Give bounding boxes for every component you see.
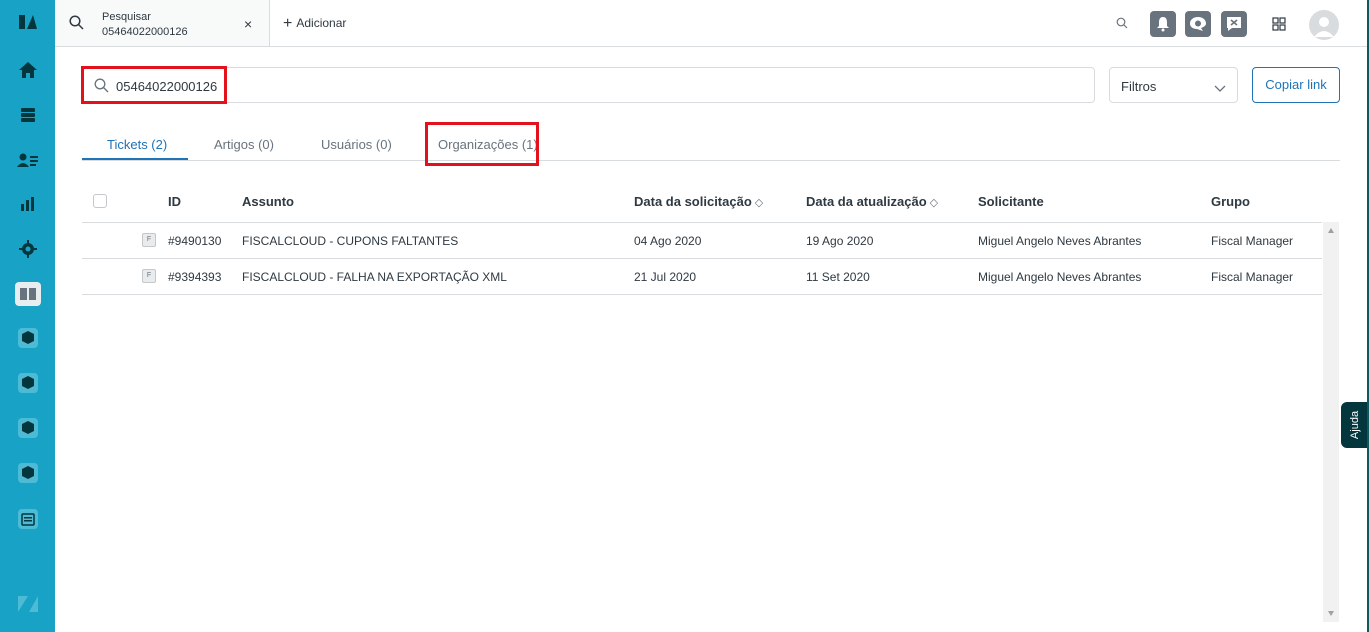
tab-tickets[interactable]: Tickets (2): [107, 137, 167, 152]
help-button[interactable]: Ajuda: [1341, 402, 1369, 448]
tab-users[interactable]: Usuários (0): [321, 137, 392, 152]
ticket-type-badge: F: [142, 269, 156, 283]
tab-articles[interactable]: Artigos (0): [214, 137, 274, 152]
app-cube-icon[interactable]: [0, 363, 55, 403]
copy-link-button[interactable]: Copiar link: [1252, 67, 1340, 103]
notifications-bell-icon[interactable]: [1150, 11, 1176, 37]
search-input[interactable]: 05464022000126: [82, 67, 1095, 103]
help-label: Ajuda: [1349, 410, 1361, 440]
active-tab-indicator: [82, 158, 188, 160]
talk-icon[interactable]: [1221, 11, 1247, 37]
sidebar: [0, 0, 55, 632]
header-subject: Assunto: [242, 194, 294, 209]
ticket-id: #9490130: [168, 234, 222, 248]
search-icon: [69, 15, 84, 33]
zendesk-z-icon[interactable]: [0, 584, 55, 624]
scroll-up-arrow-icon[interactable]: [1328, 228, 1334, 233]
header-requested[interactable]: Data da solicitação ◇: [634, 194, 763, 209]
close-icon[interactable]: ×: [244, 16, 252, 32]
ticket-subject[interactable]: FISCALCLOUD - FALHA NA EXPORTAÇÃO XML: [242, 270, 507, 284]
table-row[interactable]: F #9394393 FISCALCLOUD - FALHA NA EXPORT…: [82, 259, 1322, 295]
workspace-tab-title: Pesquisar: [102, 11, 151, 23]
reporting-icon[interactable]: [0, 184, 55, 224]
workspace-tab-subtitle: 05464022000126: [102, 26, 188, 38]
plus-icon: +: [283, 15, 293, 32]
table-row[interactable]: F #9490130 FISCALCLOUD - CUPONS FALTANTE…: [82, 223, 1322, 259]
customers-icon[interactable]: [0, 140, 55, 180]
top-bar: Pesquisar 05464022000126 × + Adicionar: [55, 0, 1369, 47]
highlight-box-search: [81, 66, 227, 104]
app-cube-icon[interactable]: [0, 318, 55, 358]
ticket-type-badge: F: [142, 233, 156, 247]
chevron-down-icon: [1214, 81, 1226, 96]
sort-icon: ◇: [929, 197, 939, 209]
ticket-id: #9394393: [168, 270, 222, 284]
workspace-tab-search[interactable]: Pesquisar 05464022000126 ×: [55, 0, 270, 46]
app-cube-icon[interactable]: [0, 453, 55, 493]
highlight-box-organizations: [425, 122, 539, 166]
chat-icon[interactable]: [1185, 11, 1211, 37]
add-tab-button[interactable]: + Adicionar: [283, 15, 346, 33]
ticket-requested: 04 Ago 2020: [634, 234, 702, 248]
filters-label: Filtros: [1121, 79, 1157, 94]
header-id: ID: [168, 194, 181, 209]
gear-icon[interactable]: [0, 229, 55, 269]
ticket-updated: 19 Ago 2020: [806, 234, 874, 248]
search-icon[interactable]: [1116, 17, 1128, 32]
ticket-updated: 11 Set 2020: [806, 270, 870, 284]
ticket-group: Fiscal Manager: [1211, 234, 1294, 248]
views-icon[interactable]: [0, 95, 55, 135]
row-divider: [82, 294, 1322, 295]
calendar-icon[interactable]: [0, 499, 55, 539]
tabs-divider: [82, 160, 1340, 161]
ticket-subject[interactable]: FISCALCLOUD - CUPONS FALTANTES: [242, 234, 458, 248]
avatar[interactable]: [1309, 10, 1339, 40]
ticket-requester: Miguel Angelo Neves Abrantes: [978, 270, 1142, 284]
knowledge-icon[interactable]: [0, 274, 55, 314]
sort-icon: ◇: [754, 197, 764, 209]
app-cube-icon[interactable]: [0, 408, 55, 448]
header-updated-label: Data da atualização: [806, 194, 927, 209]
scroll-down-arrow-icon[interactable]: [1328, 611, 1334, 616]
add-tab-label: Adicionar: [296, 16, 347, 30]
table-scrollbar[interactable]: [1323, 222, 1339, 622]
filters-dropdown[interactable]: Filtros: [1109, 67, 1238, 103]
header-group: Grupo: [1211, 194, 1250, 209]
ticket-group: Fiscal Manager: [1211, 270, 1294, 284]
ticket-requested: 21 Jul 2020: [634, 270, 697, 284]
zendesk-logo[interactable]: [0, 2, 55, 42]
header-requester: Solicitante: [978, 194, 1044, 209]
home-icon[interactable]: [0, 50, 55, 90]
select-all-checkbox[interactable]: [93, 194, 107, 208]
apps-grid-icon[interactable]: [1272, 17, 1286, 34]
ticket-requester: Miguel Angelo Neves Abrantes: [978, 234, 1142, 248]
header-updated[interactable]: Data da atualização ◇: [806, 194, 938, 209]
header-requested-label: Data da solicitação: [634, 194, 752, 209]
